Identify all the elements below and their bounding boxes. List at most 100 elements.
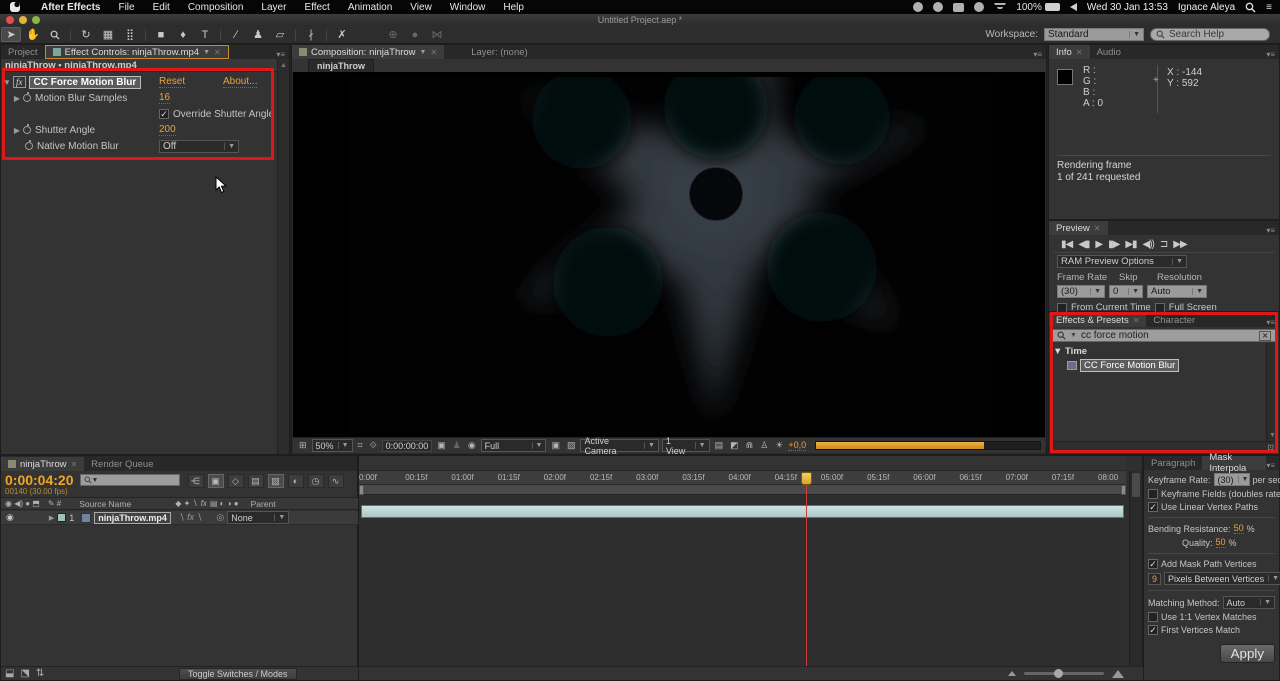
layer-color-swatch[interactable] xyxy=(57,513,67,522)
camera-tool[interactable]: ▦ xyxy=(98,27,118,42)
menu-animation[interactable]: Animation xyxy=(339,2,401,13)
parent-pickwhip-icon[interactable]: ◎ xyxy=(216,512,224,523)
skip-dropdown[interactable]: 0 ▼ xyxy=(1109,285,1143,298)
pixel-aspect-icon[interactable]: ▤ xyxy=(713,440,726,451)
parent-dropdown[interactable]: None ▼ xyxy=(227,511,290,524)
tab-character[interactable]: Character xyxy=(1146,313,1202,327)
tab-render-queue[interactable]: Render Queue xyxy=(84,457,160,471)
tab-layer[interactable]: Layer: (none) xyxy=(464,45,535,59)
timeline-ruler[interactable]: 0:00f 00:15f 01:00f 01:15f 02:00f 02:15f 03:00… xyxy=(359,471,1126,485)
tab-paragraph[interactable]: Paragraph xyxy=(1144,456,1202,470)
linear-vertex-checkbox[interactable]: ✓ xyxy=(1148,502,1158,512)
shutter-angle-value[interactable]: 200 xyxy=(159,124,176,136)
new-folder-icon[interactable]: ⊡ xyxy=(1267,443,1274,452)
tab-mask-interpolation[interactable]: Mask Interpola xyxy=(1202,452,1267,474)
stopwatch-icon[interactable] xyxy=(23,92,31,102)
resolution-preview-dropdown[interactable]: Auto ▼ xyxy=(1147,285,1207,298)
close-icon[interactable]: ✕ xyxy=(430,48,437,57)
zoom-in-icon[interactable] xyxy=(1112,669,1124,678)
full-screen-checkbox[interactable]: ✓ xyxy=(1154,302,1165,313)
add-mask-vertices-checkbox[interactable]: ✓ xyxy=(1148,559,1158,569)
motion-blur-icon[interactable]: ▨ xyxy=(267,474,284,488)
type-tool[interactable]: T xyxy=(195,27,215,42)
tab-audio[interactable]: Audio xyxy=(1090,45,1128,59)
graph-editor-icon[interactable]: ∿ xyxy=(327,474,344,488)
menu-effect[interactable]: Effect xyxy=(295,2,338,13)
brainstorm-icon[interactable]: ◐ xyxy=(287,474,304,488)
roto-brush-tool[interactable]: ∤ xyxy=(301,27,321,42)
expand-inout-icon[interactable]: ⇅ xyxy=(36,668,44,679)
mask-visibility-icon[interactable]: ⟐ xyxy=(368,440,379,451)
bending-resistance-value[interactable]: 50 xyxy=(1233,523,1244,534)
menu-layer[interactable]: Layer xyxy=(252,2,295,13)
timeline-button-icon[interactable]: ⋒ xyxy=(744,440,756,451)
flowchart-icon[interactable]: ♙ xyxy=(758,440,770,451)
timeline-timecode[interactable]: 0:00:04:20 xyxy=(5,473,74,487)
composition-mini-flowchart-icon[interactable]: ⋲ xyxy=(187,474,204,488)
composition-viewer[interactable] xyxy=(293,72,1045,438)
frame-blending-icon[interactable]: ▤ xyxy=(247,474,264,488)
native-blur-dropdown[interactable]: Off ▼ xyxy=(159,139,239,153)
safe-margins-icon[interactable]: ⌗ xyxy=(356,440,365,451)
zoom-dropdown[interactable]: 50% ▼ xyxy=(311,439,353,452)
channel-icon[interactable]: ◉ xyxy=(466,440,478,451)
view-layout-dropdown[interactable]: 1 View ▼ xyxy=(661,436,710,456)
zoom-slider-knob[interactable] xyxy=(1054,669,1063,678)
menu-window[interactable]: Window xyxy=(441,2,495,13)
quality-value[interactable]: 50 xyxy=(1215,537,1226,548)
search-options-arrow[interactable]: ▼ xyxy=(1070,332,1077,339)
selection-tool[interactable]: ➤ xyxy=(1,27,21,42)
tab-composition[interactable]: Composition: ninjaThrow ▼ ✕ xyxy=(292,45,445,59)
pan-behind-tool[interactable]: ⣿ xyxy=(120,27,140,42)
vertices-value-field[interactable]: 9 xyxy=(1148,572,1162,585)
current-time-indicator-handle[interactable] xyxy=(801,472,812,485)
close-icon[interactable]: ✕ xyxy=(1133,316,1140,325)
effect-name[interactable]: CC Force Motion Blur xyxy=(28,75,142,89)
auto-keyframe-icon[interactable]: ◷ xyxy=(307,474,324,488)
menu-user[interactable]: Ignace Aleya xyxy=(1178,2,1235,13)
status-badge-icon[interactable] xyxy=(913,2,924,12)
zoom-tool[interactable] xyxy=(45,27,65,42)
camera-dropdown[interactable]: Active Camera ▼ xyxy=(580,436,659,456)
effects-group-time[interactable]: ▼ Time xyxy=(1053,346,1275,357)
spotlight-icon[interactable] xyxy=(1245,2,1256,13)
resolution-dropdown[interactable]: Full ▼ xyxy=(480,439,547,452)
expand-transfer-controls-icon[interactable]: ⬔ xyxy=(20,668,29,679)
panel-menu-icon[interactable]: ▾≡ xyxy=(1266,226,1279,235)
layer-name[interactable]: ninjaThrow.mp4 xyxy=(94,511,171,524)
from-current-time-checkbox[interactable]: ✓ xyxy=(1057,302,1067,313)
volume-icon[interactable] xyxy=(1069,3,1077,11)
layer-duration-bar[interactable] xyxy=(361,505,1124,518)
airplay-icon[interactable] xyxy=(953,2,965,12)
play-button[interactable]: ▶ xyxy=(1095,239,1103,250)
expand-layer-switches-icon[interactable]: ⬓ xyxy=(5,668,14,679)
wifi-icon[interactable] xyxy=(994,2,1007,12)
samples-value[interactable]: 16 xyxy=(159,92,171,104)
apply-button[interactable]: Apply xyxy=(1219,644,1275,663)
reset-link[interactable]: Reset xyxy=(159,76,186,88)
vertex-matches-checkbox[interactable]: ✓ xyxy=(1148,612,1158,622)
frame-rate-dropdown[interactable]: (30) ▼ xyxy=(1057,285,1105,298)
stopwatch-icon[interactable] xyxy=(25,140,33,150)
about-link[interactable]: About... xyxy=(223,76,258,88)
pen-tool[interactable]: ♦ xyxy=(173,27,193,42)
panel-menu-icon[interactable]: ▾≡ xyxy=(1266,461,1279,470)
menu-help[interactable]: Help xyxy=(494,2,533,13)
fast-previews-icon[interactable]: ◩ xyxy=(728,440,741,451)
subtab-ninjathrow[interactable]: ninjaThrow xyxy=(308,59,374,72)
work-area-end-handle[interactable] xyxy=(1121,485,1126,495)
shape-tool[interactable]: ■ xyxy=(151,27,171,42)
clone-stamp-tool[interactable]: ♟ xyxy=(248,27,268,42)
property-twirl-icon[interactable]: ▶ xyxy=(11,94,23,103)
scrollbar[interactable] xyxy=(1129,471,1142,666)
tab-timeline-ninjathrow[interactable]: ninjaThrow ✕ xyxy=(1,457,85,471)
exposure-icon[interactable]: ☀ xyxy=(773,440,785,451)
brush-tool[interactable]: ∕ xyxy=(226,27,246,42)
eraser-tool[interactable]: ▱ xyxy=(270,27,290,42)
first-frame-button[interactable]: ▮◀ xyxy=(1061,239,1073,250)
menu-file[interactable]: File xyxy=(109,2,143,13)
window-title-bar[interactable]: Untitled Project.aep * xyxy=(0,14,1280,26)
rotation-tool[interactable]: ↻ xyxy=(76,27,96,42)
menu-composition[interactable]: Composition xyxy=(179,2,253,13)
matching-method-dropdown[interactable]: Auto ▼ xyxy=(1222,596,1275,609)
